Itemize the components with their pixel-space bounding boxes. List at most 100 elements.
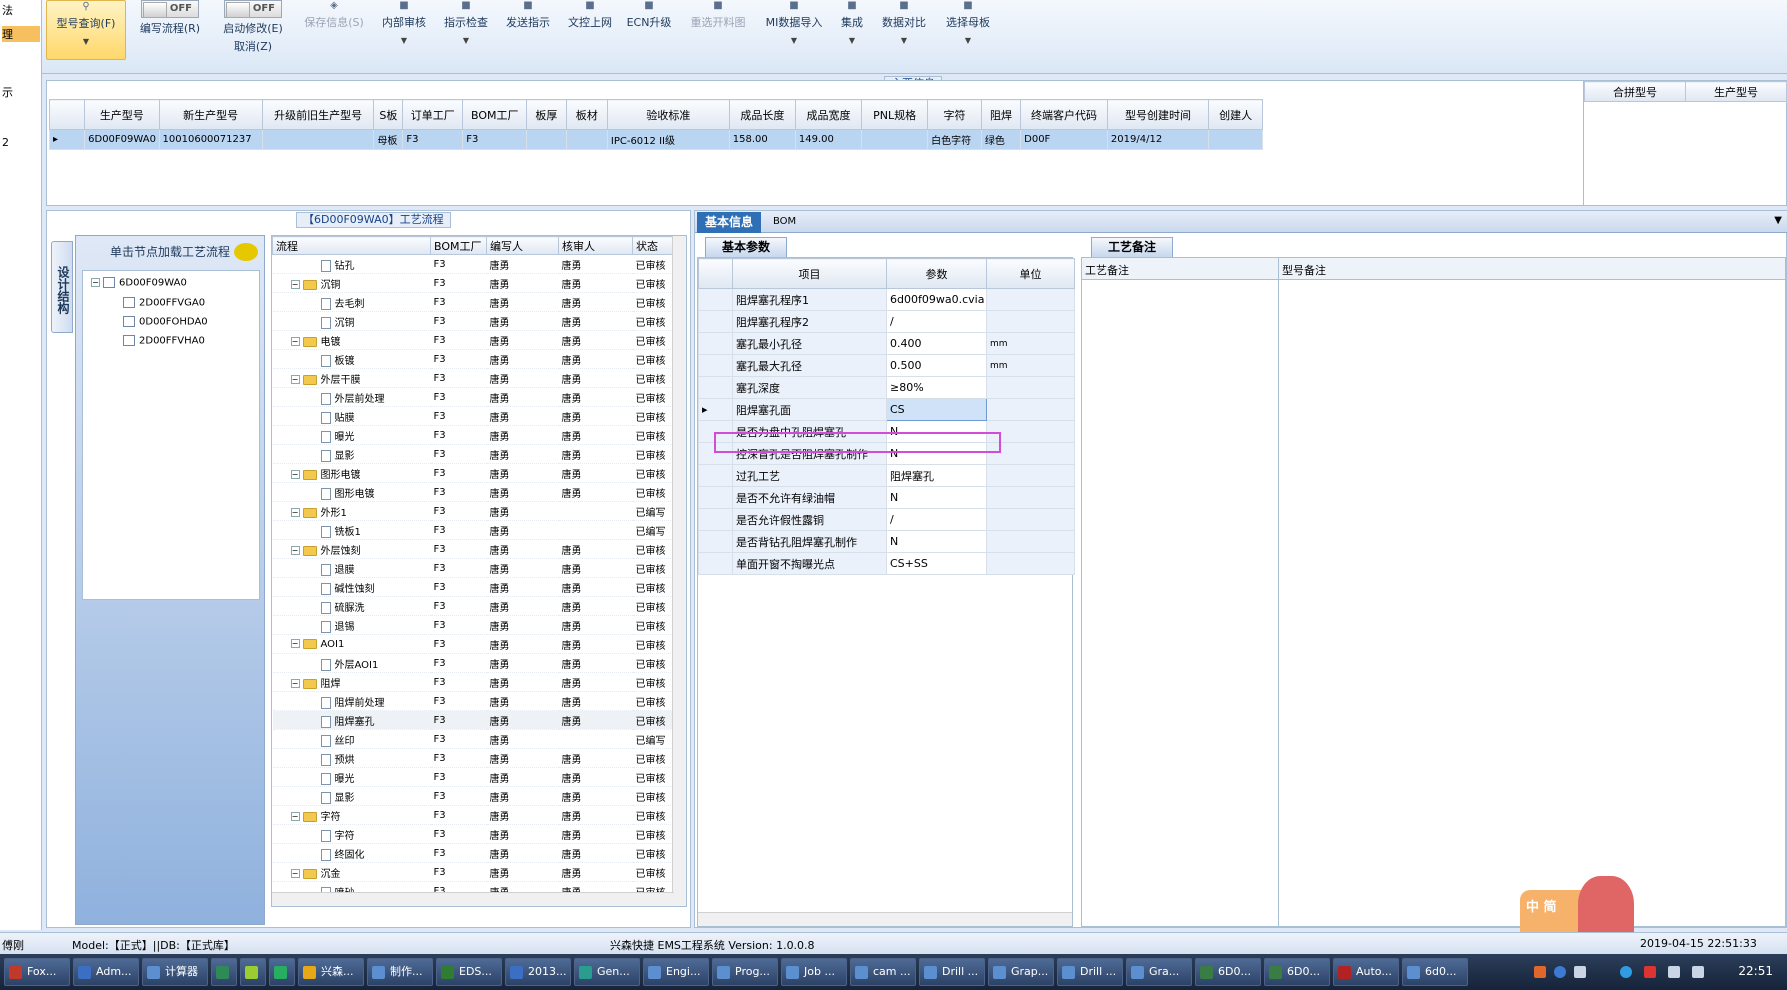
flow-status-cell[interactable]: 已审核 bbox=[632, 482, 673, 502]
flow-factory-cell[interactable]: F3 bbox=[430, 539, 487, 559]
param-value-cell[interactable]: N bbox=[886, 530, 987, 553]
flow-writer-cell[interactable]: 唐勇 bbox=[486, 786, 559, 806]
column-header[interactable]: 终端客户代码 bbox=[1020, 99, 1108, 130]
flow-factory-cell[interactable]: F3 bbox=[430, 501, 487, 521]
main-info-cell[interactable]: F3 bbox=[402, 129, 464, 150]
flow-row[interactable]: 去毛刺 F3 唐勇 唐勇 已审核 bbox=[272, 292, 673, 312]
tab-process-remarks[interactable]: 工艺备注 bbox=[1091, 237, 1174, 257]
data-compare-button[interactable]: ■ 数据对比 ▼ bbox=[876, 0, 932, 60]
flow-factory-cell[interactable]: F3 bbox=[430, 558, 487, 578]
flow-reviewer-cell[interactable]: 唐勇 bbox=[558, 672, 633, 692]
taskbar-item[interactable]: Prog... bbox=[712, 958, 778, 986]
flow-step-cell[interactable]: 字符 bbox=[272, 824, 431, 844]
taskbar-item[interactable] bbox=[240, 958, 266, 986]
tree-root-node[interactable]: −6D00F09WA0 bbox=[91, 277, 187, 289]
main-info-cell[interactable]: 6D00F09WA0 bbox=[84, 129, 160, 150]
flow-status-cell[interactable]: 已审核 bbox=[632, 463, 673, 483]
flow-step-cell[interactable]: 曝光 bbox=[272, 767, 431, 787]
column-header[interactable]: 验收标准 bbox=[606, 99, 730, 130]
send-instruction-button[interactable]: ■ 发送指示 bbox=[500, 0, 556, 60]
flow-step-cell[interactable]: 阻焊前处理 bbox=[272, 691, 431, 711]
write-flow-toggle[interactable]: OFF bbox=[141, 0, 199, 18]
flow-writer-cell[interactable]: 唐勇 bbox=[486, 634, 559, 654]
flow-writer-cell[interactable]: 唐勇 bbox=[486, 767, 559, 787]
flow-row[interactable]: 曝光 F3 唐勇 唐勇 已审核 bbox=[272, 767, 673, 787]
flow-factory-cell[interactable]: F3 bbox=[430, 729, 487, 749]
flow-writer-cell[interactable]: 唐勇 bbox=[486, 862, 559, 882]
flow-reviewer-cell[interactable]: 唐勇 bbox=[558, 691, 633, 711]
flow-status-cell[interactable]: 已审核 bbox=[632, 406, 673, 426]
ecn-upgrade-button[interactable]: ■ ECN升级 bbox=[622, 0, 676, 60]
main-info-cell[interactable]: 2019/4/12 bbox=[1106, 129, 1210, 150]
integrate-button[interactable]: ■ 集成 ▼ bbox=[832, 0, 872, 60]
row-indicator[interactable] bbox=[698, 508, 733, 531]
param-row[interactable]: 阻焊塞孔程序2/ bbox=[698, 310, 1075, 333]
flow-writer-cell[interactable]: 唐勇 bbox=[486, 501, 559, 521]
taskbar-item[interactable]: Gra... bbox=[1126, 958, 1192, 986]
taskbar-item[interactable] bbox=[211, 958, 237, 986]
param-row[interactable]: 塞孔最小孔径 0.400 mm bbox=[698, 332, 1075, 355]
flow-row[interactable]: 丝印 F3 唐勇 已编写 bbox=[272, 729, 673, 749]
flow-row[interactable]: 沉铜 F3 唐勇 唐勇 已审核 bbox=[272, 311, 673, 331]
flow-step-cell[interactable]: 曝光 bbox=[272, 425, 431, 445]
flow-reviewer-cell[interactable]: 唐勇 bbox=[558, 539, 633, 559]
flow-writer-cell[interactable]: 唐勇 bbox=[486, 577, 559, 597]
column-header[interactable]: 升级前旧生产型号 bbox=[261, 99, 375, 130]
flow-row[interactable]: 预烘 F3 唐勇 唐勇 已审核 bbox=[272, 748, 673, 768]
flow-row[interactable]: 碱性蚀刻 F3 唐勇 唐勇 已审核 bbox=[272, 577, 673, 597]
flow-reviewer-cell[interactable] bbox=[558, 520, 633, 540]
flow-writer-cell[interactable]: 唐勇 bbox=[486, 729, 559, 749]
flow-status-cell[interactable]: 已审核 bbox=[632, 444, 673, 464]
row-indicator[interactable] bbox=[698, 530, 733, 553]
production-model-header[interactable]: 生产型号 bbox=[1685, 81, 1787, 102]
flow-reviewer-cell[interactable]: 唐勇 bbox=[558, 273, 633, 293]
taskbar-item[interactable]: Fox... bbox=[4, 958, 70, 986]
flow-status-cell[interactable]: 已审核 bbox=[632, 862, 673, 882]
flow-writer-cell[interactable]: 唐勇 bbox=[486, 406, 559, 426]
flow-row[interactable]: 显影 F3 唐勇 唐勇 已审核 bbox=[272, 444, 673, 464]
flow-step-cell[interactable]: 显影 bbox=[272, 786, 431, 806]
flow-reviewer-cell[interactable]: 唐勇 bbox=[558, 577, 633, 597]
flow-row[interactable]: 钻孔 F3 唐勇 唐勇 已审核 bbox=[272, 254, 673, 274]
collapse-icon[interactable]: − bbox=[290, 812, 300, 821]
flow-step-cell[interactable]: − AOI1 bbox=[272, 634, 431, 654]
collapse-icon[interactable]: − bbox=[290, 869, 300, 878]
row-indicator[interactable] bbox=[698, 486, 733, 509]
column-header[interactable]: 板材 bbox=[565, 99, 608, 130]
flow-writer-cell[interactable]: 唐勇 bbox=[486, 843, 559, 863]
flow-factory-cell[interactable]: F3 bbox=[430, 368, 487, 388]
param-column-header[interactable]: 参数 bbox=[886, 258, 987, 289]
flow-row[interactable]: 硫脲洗 F3 唐勇 唐勇 已审核 bbox=[272, 596, 673, 616]
flow-status-cell[interactable]: 已审核 bbox=[632, 425, 673, 445]
flow-row[interactable]: − 沉金 F3 唐勇 唐勇 已审核 bbox=[272, 862, 673, 882]
flow-step-cell[interactable]: − 外层蚀刻 bbox=[272, 539, 431, 559]
flow-factory-cell[interactable]: F3 bbox=[430, 786, 487, 806]
flow-step-cell[interactable]: − 图形电镀 bbox=[272, 463, 431, 483]
flow-step-cell[interactable]: 钻孔 bbox=[272, 254, 431, 274]
flow-factory-cell[interactable]: F3 bbox=[430, 463, 487, 483]
row-indicator[interactable] bbox=[698, 464, 733, 487]
column-header[interactable]: 成品长度 bbox=[728, 99, 796, 130]
flow-status-cell[interactable]: 已审核 bbox=[632, 387, 673, 407]
flow-writer-cell[interactable]: 唐勇 bbox=[486, 596, 559, 616]
flow-reviewer-cell[interactable]: 唐勇 bbox=[558, 634, 633, 654]
flow-reviewer-cell[interactable]: 唐勇 bbox=[558, 748, 633, 768]
main-info-cell[interactable] bbox=[261, 129, 375, 150]
display-tray-icon[interactable] bbox=[1668, 966, 1680, 978]
flow-status-cell[interactable]: 已审核 bbox=[632, 786, 673, 806]
flow-writer-cell[interactable]: 唐勇 bbox=[486, 653, 559, 673]
param-row[interactable]: ▸ 阻焊塞孔面 CS bbox=[698, 398, 1075, 421]
main-info-cell[interactable]: F3 bbox=[462, 129, 528, 150]
flow-step-cell[interactable]: 去毛刺 bbox=[272, 292, 431, 312]
flow-writer-cell[interactable]: 唐勇 bbox=[486, 805, 559, 825]
row-indicator[interactable]: ▸ bbox=[698, 398, 733, 421]
flow-step-cell[interactable]: 图形电镀 bbox=[272, 482, 431, 502]
flow-factory-cell[interactable]: F3 bbox=[430, 273, 487, 293]
chevron-down-icon[interactable]: ▼ bbox=[1774, 215, 1782, 226]
taskbar-item[interactable]: Adm... bbox=[73, 958, 139, 986]
flow-factory-cell[interactable]: F3 bbox=[430, 444, 487, 464]
model-query-button[interactable]: ⚲ 型号查询(F) ▼ bbox=[46, 0, 126, 60]
flow-factory-cell[interactable]: F3 bbox=[430, 748, 487, 768]
flow-step-cell[interactable]: − 阻焊 bbox=[272, 672, 431, 692]
flow-row[interactable]: 图形电镀 F3 唐勇 唐勇 已审核 bbox=[272, 482, 673, 502]
